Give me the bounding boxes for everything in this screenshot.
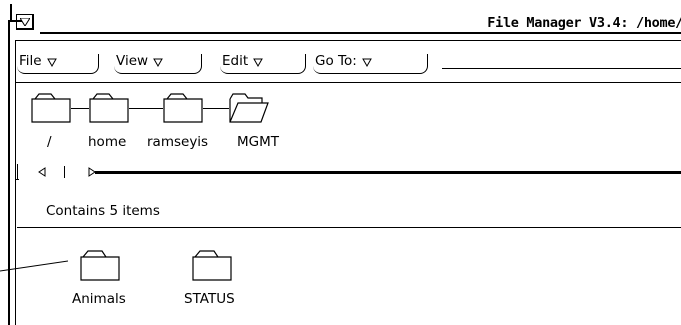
- menu-goto-button[interactable]: Go To:: [313, 54, 428, 74]
- window-title: File Manager V3.4: /home/: [487, 15, 681, 31]
- title-underline: [40, 32, 681, 34]
- folder-icon[interactable]: [163, 93, 203, 123]
- menu-goto-label: Go To:: [315, 53, 357, 69]
- path-connector: [129, 108, 163, 109]
- scrollbar-track[interactable]: [95, 171, 681, 174]
- path-connector: [71, 108, 89, 109]
- open-folder-icon[interactable]: [229, 93, 269, 123]
- path-label-mgmt[interactable]: MGMT: [237, 134, 279, 150]
- folder-icon[interactable]: [31, 93, 71, 123]
- triangle-down-icon: [361, 58, 372, 67]
- status-divider: [17, 227, 681, 228]
- file-label-animals[interactable]: Animals: [72, 291, 126, 307]
- menu-divider: [15, 82, 681, 83]
- folder-icon[interactable]: [89, 93, 129, 123]
- menu-view-label: View: [116, 53, 149, 69]
- window-left-edge: [0, 0, 8, 325]
- path-label-home[interactable]: home: [88, 134, 126, 150]
- horizontal-scrollbar[interactable]: [17, 164, 681, 180]
- folder-icon[interactable]: [192, 249, 232, 281]
- triangle-down-icon: [46, 58, 57, 67]
- path-pane: / home ramseyis MGMT: [17, 84, 681, 159]
- item-count-status: Contains 5 items: [46, 203, 160, 219]
- menu-file-label: File: [19, 53, 42, 69]
- file-label-status[interactable]: STATUS: [184, 291, 235, 307]
- menu-file-button[interactable]: File: [17, 54, 99, 74]
- triangle-down-icon: [153, 58, 163, 67]
- goto-path-field[interactable]: [442, 68, 681, 69]
- triangle-down-icon: [253, 58, 264, 67]
- menu-view-button[interactable]: View: [114, 54, 202, 74]
- window-menu-button[interactable]: [16, 14, 34, 30]
- path-label-ramseyis[interactable]: ramseyis: [147, 134, 208, 150]
- title-bar: File Manager V3.4: /home/: [10, 6, 681, 36]
- menu-bar: File View Edit Go To:: [17, 54, 681, 76]
- elevator-divider: [64, 166, 65, 178]
- scroll-left-button[interactable]: [31, 167, 53, 177]
- header-divider: [15, 40, 681, 41]
- folder-icon[interactable]: [80, 249, 120, 281]
- triangle-down-icon: [19, 17, 30, 26]
- frame-corner-top: [10, 4, 681, 5]
- path-connector: [203, 108, 229, 109]
- callout-pointer-line: [0, 260, 68, 272]
- menu-edit-label: Edit: [222, 53, 249, 69]
- arrow-left-icon: [38, 167, 46, 177]
- menu-edit-button[interactable]: Edit: [220, 54, 306, 74]
- frame-left-outer: [8, 20, 10, 325]
- path-label-root[interactable]: /: [47, 134, 52, 150]
